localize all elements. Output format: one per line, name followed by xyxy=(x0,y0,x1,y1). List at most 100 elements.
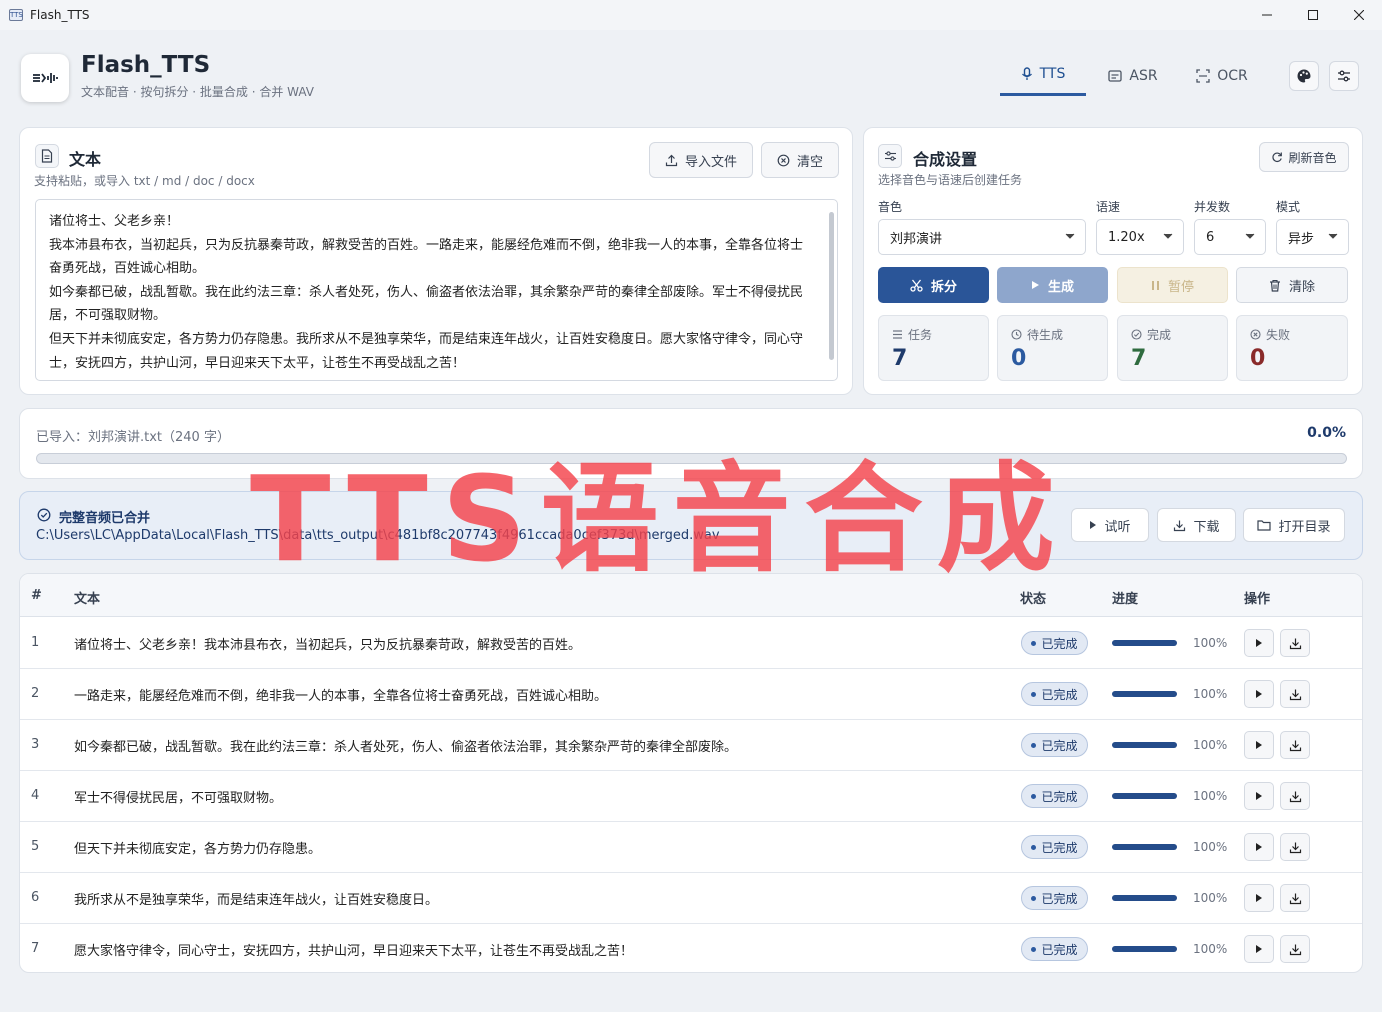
stat-failed: 失败 0 xyxy=(1236,315,1348,381)
row-play-button[interactable] xyxy=(1244,782,1274,810)
clear-tasks-button[interactable]: 清除 xyxy=(1236,267,1348,303)
minimize-button[interactable] xyxy=(1244,0,1290,30)
play-icon xyxy=(1256,690,1262,698)
row-play-button[interactable] xyxy=(1244,935,1274,963)
status-dot xyxy=(1031,946,1037,952)
voice-label: 音色 xyxy=(878,200,903,214)
mode-value: 异步 xyxy=(1288,231,1315,247)
row-download-button[interactable] xyxy=(1280,629,1310,657)
row-progress-bar xyxy=(1112,793,1177,799)
tab-ocr[interactable]: OCR xyxy=(1178,55,1266,96)
status-badge: 已完成 xyxy=(1021,784,1088,808)
settings-button[interactable] xyxy=(1329,61,1359,91)
refresh-voices-label: 刷新音色 xyxy=(1288,150,1337,165)
speed-label: 语速 xyxy=(1096,200,1121,214)
row-progress-percent: 100% xyxy=(1193,840,1228,854)
row-progress-fill xyxy=(1112,640,1177,646)
table-row[interactable]: 1 诸位将士、父老乡亲！我本沛县布衣，当初起兵，只为反抗暴秦苛政，解救受苦的百姓。… xyxy=(20,618,1362,669)
status-badge: 已完成 xyxy=(1021,937,1088,961)
download-icon xyxy=(1289,842,1301,853)
mode-select[interactable]: 异步 xyxy=(1276,219,1349,255)
status-badge: 已完成 xyxy=(1021,682,1088,706)
row-play-button[interactable] xyxy=(1244,731,1274,759)
check-circle-icon xyxy=(1131,329,1142,340)
row-index: 2 xyxy=(31,686,40,701)
table-row[interactable]: 4 军士不得侵扰民居，不可强取财物。 已完成 100% xyxy=(20,771,1362,822)
maximize-icon xyxy=(1308,10,1318,20)
status-label: 已完成 xyxy=(1041,942,1078,957)
maximize-button[interactable] xyxy=(1290,0,1336,30)
row-play-button[interactable] xyxy=(1244,629,1274,657)
refresh-voices-button[interactable]: 刷新音色 xyxy=(1259,142,1349,172)
scrollbar-thumb[interactable] xyxy=(829,212,834,360)
download-audio-button[interactable]: 下载 xyxy=(1157,508,1236,542)
row-index: 5 xyxy=(31,839,40,854)
split-label: 拆分 xyxy=(930,279,957,295)
status-dot xyxy=(1031,895,1037,901)
stat-pending-value: 0 xyxy=(1011,346,1027,371)
window-title: Flash_TTS xyxy=(30,8,90,22)
pause-icon xyxy=(1151,280,1159,290)
text-panel-title: 文本 xyxy=(69,150,102,169)
chevron-down-icon xyxy=(1328,233,1338,239)
row-text: 愿大家恪守律令，同心守士，安抚四方，共护山河，早日迎来天下太平，让苍生不再受战乱… xyxy=(74,944,634,959)
row-play-button[interactable] xyxy=(1244,680,1274,708)
row-index: 1 xyxy=(31,635,40,650)
split-button[interactable]: 拆分 xyxy=(878,267,989,303)
table-row[interactable]: 6 我所求从不是独享荣华，而是结束连年战火，让百姓安稳度日。 已完成 100% xyxy=(20,873,1362,924)
table-row[interactable]: 2 一路走来，能屡经危难而不倒，绝非我一人的本事，全靠各位将士奋勇死战，百姓诚心相… xyxy=(20,669,1362,720)
import-status: 已导入：刘邦演讲.txt（240 字） xyxy=(36,430,230,445)
text-input-content: 诸位将士、父老乡亲！ 我本沛县布衣，当初起兵，只为反抗暴秦苛政，解救受苦的百姓。… xyxy=(49,214,804,371)
voice-select[interactable]: 刘邦演讲 xyxy=(878,219,1086,255)
app-logo xyxy=(21,54,69,102)
theme-button[interactable] xyxy=(1289,61,1319,91)
text-input[interactable]: 诸位将士、父老乡亲！ 我本沛县布衣，当初起兵，只为反抗暴秦苛政，解救受苦的百姓。… xyxy=(35,199,838,381)
pause-button[interactable]: 暂停 xyxy=(1117,267,1228,303)
sliders-icon xyxy=(878,144,902,168)
title-bar: TTS Flash_TTS xyxy=(0,0,1382,30)
close-button[interactable] xyxy=(1336,0,1382,30)
row-download-button[interactable] xyxy=(1280,833,1310,861)
merged-title: 完整音频已合并 xyxy=(59,511,151,526)
table-row[interactable]: 3 如今秦都已破，战乱暂歇。我在此约法三章：杀人者处死，伤人、偷盗者依法治罪，其余… xyxy=(20,720,1362,771)
stat-pending: 待生成 0 xyxy=(997,315,1108,381)
row-download-button[interactable] xyxy=(1280,935,1310,963)
generate-button[interactable]: 生成 xyxy=(997,267,1108,303)
preview-audio-button[interactable]: 试听 xyxy=(1071,508,1149,542)
open-directory-button[interactable]: 打开目录 xyxy=(1243,508,1345,542)
text-scrollbar[interactable] xyxy=(829,204,834,364)
speed-value: 1.20x xyxy=(1108,229,1145,245)
folder-icon xyxy=(1257,520,1272,531)
row-progress-fill xyxy=(1112,946,1177,952)
table-header: # 文本 状态 进度 操作 xyxy=(20,574,1362,617)
row-text: 如今秦都已破，战乱暂歇。我在此约法三章：杀人者处死，伤人、偷盗者依法治罪，其余繁… xyxy=(74,740,738,755)
app-name: Flash_TTS xyxy=(81,52,211,78)
tab-tts[interactable]: TTS xyxy=(1000,55,1086,96)
row-download-button[interactable] xyxy=(1280,731,1310,759)
status-dot xyxy=(1031,844,1037,850)
table-row[interactable]: 5 但天下并未彻底安定，各方势力仍存隐患。 已完成 100% xyxy=(20,822,1362,873)
refresh-icon xyxy=(1272,152,1283,163)
row-play-button[interactable] xyxy=(1244,884,1274,912)
import-progress-panel: 已导入：刘邦演讲.txt（240 字） 0.0% xyxy=(19,408,1363,479)
table-row[interactable]: 7 愿大家恪守律令，同心守士，安抚四方，共护山河，早日迎来天下太平，让苍生不再受战… xyxy=(20,924,1362,972)
speed-select[interactable]: 1.20x xyxy=(1096,219,1184,255)
row-progress-percent: 100% xyxy=(1193,942,1228,956)
row-progress-fill xyxy=(1112,691,1177,697)
row-download-button[interactable] xyxy=(1280,680,1310,708)
clear-text-button[interactable]: 清空 xyxy=(761,142,839,178)
merged-file-path: C:\Users\LC\AppData\Local\Flash_TTS\data… xyxy=(36,528,720,543)
row-text: 诸位将士、父老乡亲！我本沛县布衣，当初起兵，只为反抗暴秦苛政，解救受苦的百姓。 xyxy=(74,638,582,653)
concurrency-select[interactable]: 6 xyxy=(1194,219,1266,255)
import-file-button[interactable]: 导入文件 xyxy=(649,142,753,178)
clock-icon xyxy=(1011,329,1022,340)
synthesis-settings-panel: 合成设置 选择音色与语速后创建任务 刷新音色 音色 语速 并发数 模式 刘邦演讲… xyxy=(863,127,1363,395)
import-file-label: 导入文件 xyxy=(684,154,737,170)
tab-ocr-label: OCR xyxy=(1217,67,1248,84)
row-progress-bar xyxy=(1112,895,1177,901)
row-download-button[interactable] xyxy=(1280,782,1310,810)
tab-asr[interactable]: ASR xyxy=(1088,55,1178,96)
status-label: 已完成 xyxy=(1041,840,1078,855)
row-play-button[interactable] xyxy=(1244,833,1274,861)
row-download-button[interactable] xyxy=(1280,884,1310,912)
